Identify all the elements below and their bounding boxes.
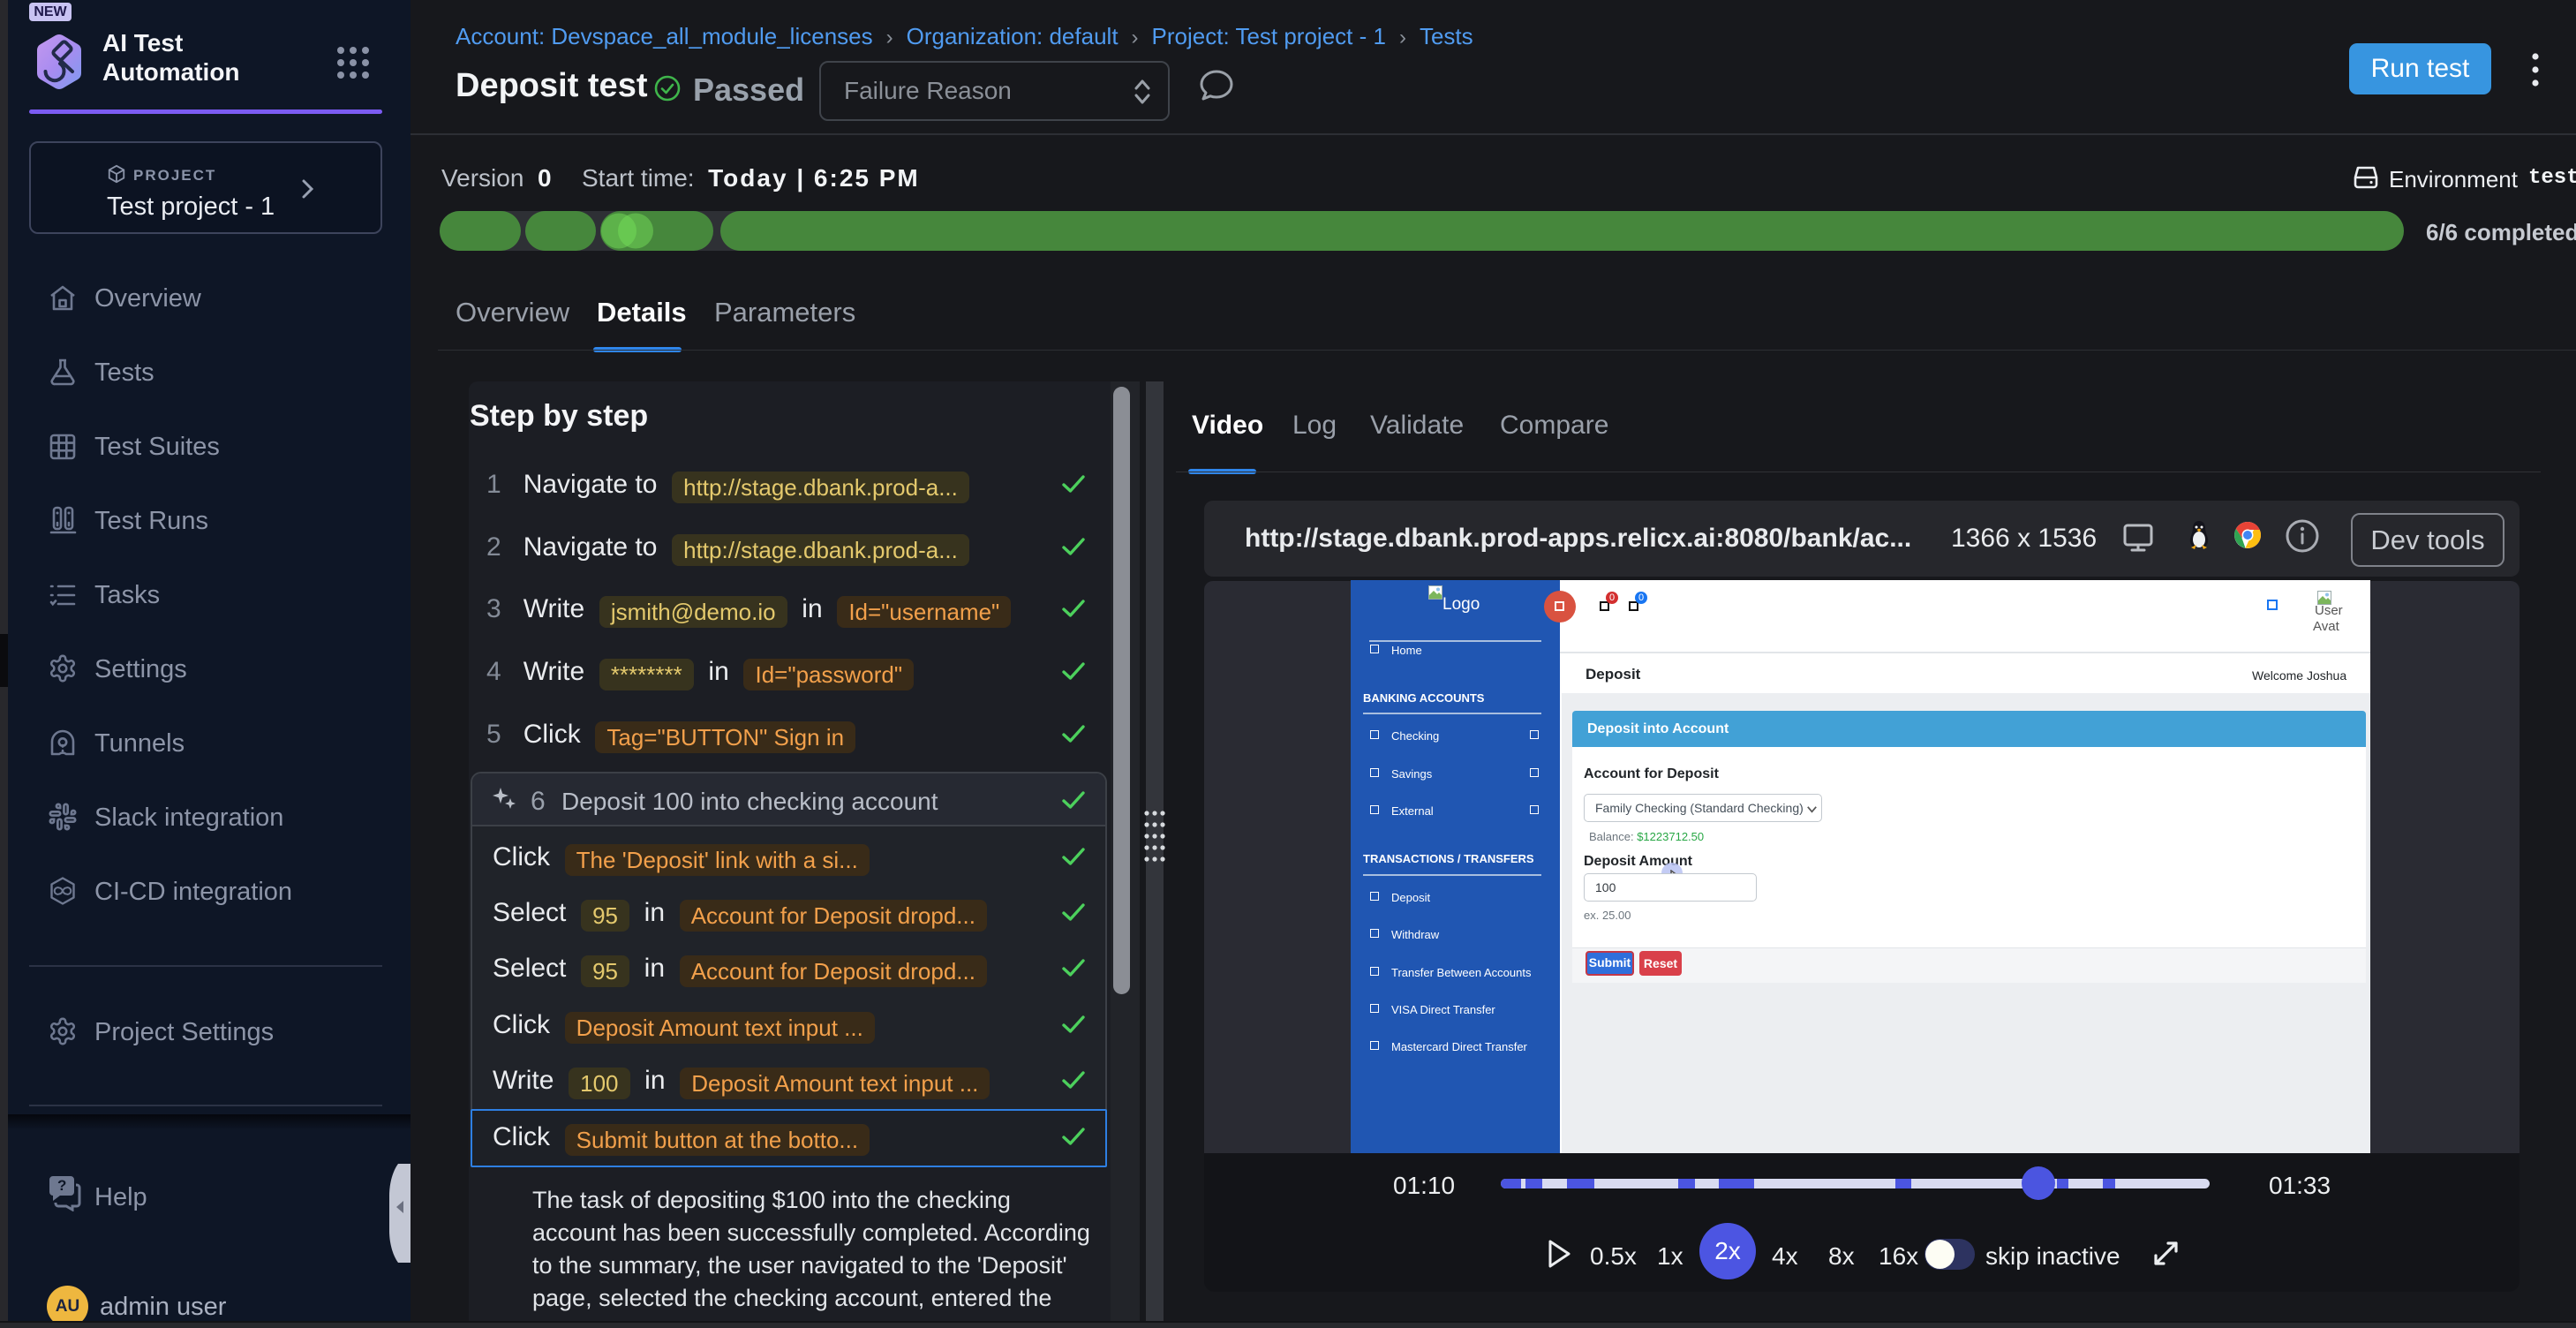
svg-text:?: ? bbox=[57, 1177, 66, 1194]
